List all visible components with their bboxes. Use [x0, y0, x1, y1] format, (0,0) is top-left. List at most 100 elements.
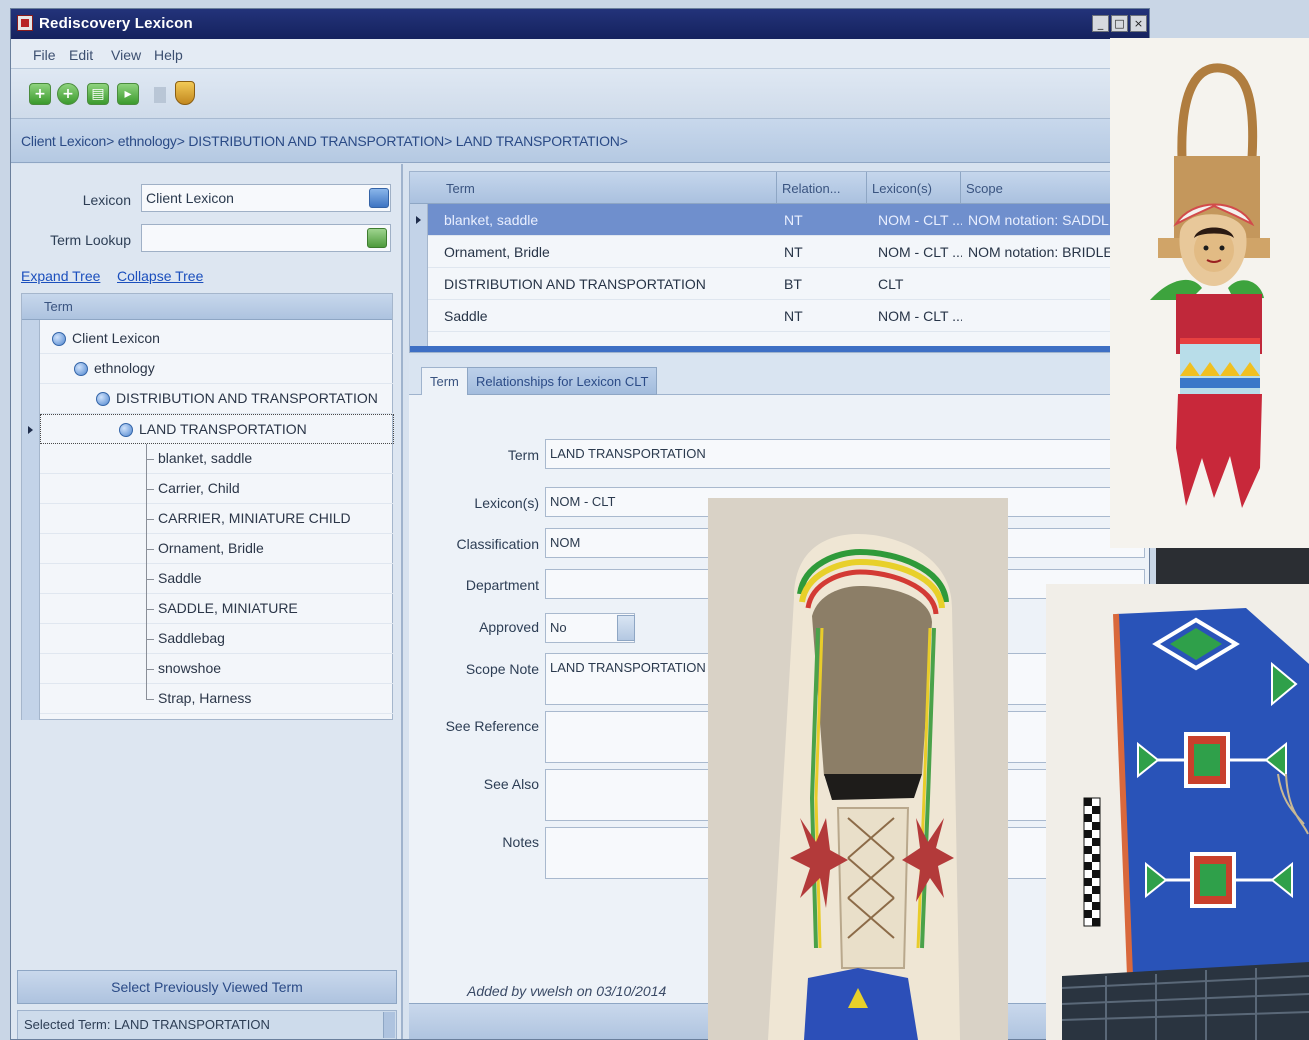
tree-node[interactable]: ethnology — [40, 354, 394, 384]
classification-label: Classification — [456, 536, 539, 552]
breadcrumb-text[interactable]: Client Lexicon> ethnology> DISTRIBUTION … — [21, 133, 628, 149]
see-also-label: See Also — [483, 776, 539, 792]
left-pane: Lexicon Client Lexicon Term Lookup Expan… — [11, 164, 403, 1039]
term-field[interactable]: LAND TRANSPORTATION — [545, 439, 1145, 469]
tree-node[interactable]: CARRIER, MINIATURE CHILD — [40, 504, 394, 534]
cell-lexicons: NOM - CLT ... — [878, 212, 962, 228]
menu-file[interactable]: File — [33, 47, 56, 63]
menu-view[interactable]: View — [111, 47, 141, 63]
add-green-icon[interactable]: + — [29, 83, 51, 105]
tree-node[interactable]: Client Lexicon — [40, 324, 394, 354]
tree-node-label: ethnology — [94, 360, 155, 376]
cell-relation: NT — [784, 308, 803, 324]
menu-bar: File Edit View Help — [11, 39, 1149, 69]
tree-node-label: blanket, saddle — [158, 450, 253, 466]
cell-relation: BT — [784, 276, 802, 292]
tree-node[interactable]: Saddle — [40, 564, 394, 594]
grid-row[interactable]: Saddle NT NOM - CLT ... — [428, 300, 1149, 332]
tree-node[interactable]: blanket, saddle — [40, 444, 394, 474]
tree-connector — [146, 669, 154, 670]
col-separator — [776, 172, 777, 204]
lexicon-dropdown-icon[interactable] — [369, 188, 389, 208]
tree-node-label: LAND TRANSPORTATION — [139, 421, 307, 437]
save-green-icon[interactable]: ▤ — [87, 83, 109, 105]
doll-cradleboard-photo — [1110, 38, 1309, 548]
tree-node[interactable]: SADDLE, MINIATURE — [40, 594, 394, 624]
tree-node[interactable]: Ornament, Bridle — [40, 534, 394, 564]
cell-term: Saddle — [444, 308, 488, 324]
grid-row[interactable]: DISTRIBUTION AND TRANSPORTATION BT CLT — [428, 268, 1149, 300]
collapse-tree-link[interactable]: Collapse Tree — [117, 268, 203, 284]
col-scope-header[interactable]: Scope — [966, 181, 1003, 196]
relationships-grid: Term Relation... Lexicon(s) Scope blanke… — [409, 171, 1149, 353]
tree-node[interactable]: Strap, Harness — [40, 684, 394, 714]
term-lookup-label: Term Lookup — [50, 232, 131, 248]
tree-row-gutter — [22, 320, 40, 720]
col-term-header[interactable]: Term — [446, 181, 475, 196]
menu-help[interactable]: Help — [154, 47, 183, 63]
col-relation-header[interactable]: Relation... — [782, 181, 841, 196]
tab-term[interactable]: Term — [421, 367, 468, 395]
col-separator — [866, 172, 867, 204]
tree-node-label: SADDLE, MINIATURE — [158, 600, 298, 616]
tree-connector — [146, 684, 147, 699]
grid-scrollbar[interactable] — [410, 346, 1149, 352]
background-gap — [1156, 548, 1309, 584]
term-tree: Term Client Lexicon ethnology DISTRIBUTION… — [21, 293, 394, 720]
term-lookup-input[interactable] — [141, 224, 391, 252]
tree-connector — [146, 519, 154, 520]
title-bar: Rediscovery Lexicon _ □ × — [11, 9, 1149, 39]
lexicon-label: Lexicon — [82, 192, 131, 208]
expand-tree-link[interactable]: Expand Tree — [21, 268, 100, 284]
folder-node-icon[interactable] — [119, 423, 133, 437]
breadcrumb: Client Lexicon> ethnology> DISTRIBUTION … — [11, 119, 1149, 163]
menu-edit[interactable]: Edit — [69, 47, 93, 63]
col-lexicons-header[interactable]: Lexicon(s) — [872, 181, 932, 196]
lexicons-label: Lexicon(s) — [474, 495, 539, 511]
tree-node-label: Strap, Harness — [158, 690, 252, 706]
grid-row-gutter — [410, 204, 428, 352]
tree-node-label: Client Lexicon — [72, 330, 160, 346]
folder-node-icon[interactable] — [52, 332, 66, 346]
toolbar: + + ▤ ▸ — [11, 69, 1149, 119]
tree-node[interactable]: snowshoe — [40, 654, 394, 684]
maximize-button[interactable]: □ — [1111, 15, 1128, 32]
tree-node-label: snowshoe — [158, 660, 222, 676]
grid-row[interactable]: blanket, saddle NT NOM - CLT ... NOM notati… — [416, 204, 1149, 236]
selected-term-scrollbar[interactable] — [383, 1012, 395, 1038]
term-label: Term — [507, 447, 539, 463]
tree-connector — [146, 579, 154, 580]
cell-lexicons: CLT — [878, 276, 904, 292]
cell-lexicons: NOM - CLT ... — [878, 308, 962, 324]
tree-connector — [146, 489, 154, 490]
tree-connector — [146, 459, 154, 460]
tree-node[interactable]: LAND TRANSPORTATION — [28, 414, 394, 444]
minimize-button[interactable]: _ — [1092, 15, 1109, 32]
folder-node-icon[interactable] — [74, 362, 88, 376]
approved-dropdown-icon[interactable] — [617, 615, 635, 641]
tree-connector — [146, 609, 154, 610]
beaded-cradleboard-photo — [708, 498, 1008, 1040]
grid-header: Term Relation... Lexicon(s) Scope — [410, 172, 1149, 204]
close-button[interactable]: × — [1130, 15, 1147, 32]
grid-row[interactable]: Ornament, Bridle NT NOM - CLT ... NOM notat… — [428, 236, 1149, 268]
forward-green-icon[interactable]: ▸ — [117, 83, 139, 105]
tree-connector — [146, 699, 154, 700]
tree-node[interactable]: Carrier, Child — [40, 474, 394, 504]
cradleboard-illustration — [768, 534, 960, 1040]
plus-green-icon[interactable]: + — [57, 83, 79, 105]
select-previous-term-button[interactable]: Select Previously Viewed Term — [17, 970, 397, 1004]
tree-node[interactable]: Saddlebag — [40, 624, 394, 654]
beaded-bag-photo — [1046, 584, 1309, 1040]
tree-node[interactable]: DISTRIBUTION AND TRANSPORTATION — [40, 384, 394, 414]
shield-icon[interactable] — [175, 81, 195, 105]
tree-header: Term — [22, 294, 392, 320]
lexicon-select[interactable]: Client Lexicon — [141, 184, 391, 212]
folder-node-icon[interactable] — [96, 392, 110, 406]
tree-connector — [146, 549, 154, 550]
current-row-indicator-icon — [28, 426, 33, 434]
window-title: Rediscovery Lexicon — [39, 15, 193, 32]
tab-relationships[interactable]: Relationships for Lexicon CLT — [467, 367, 658, 395]
lookup-search-icon[interactable] — [367, 228, 387, 248]
cell-lexicons: NOM - CLT ... — [878, 244, 962, 260]
